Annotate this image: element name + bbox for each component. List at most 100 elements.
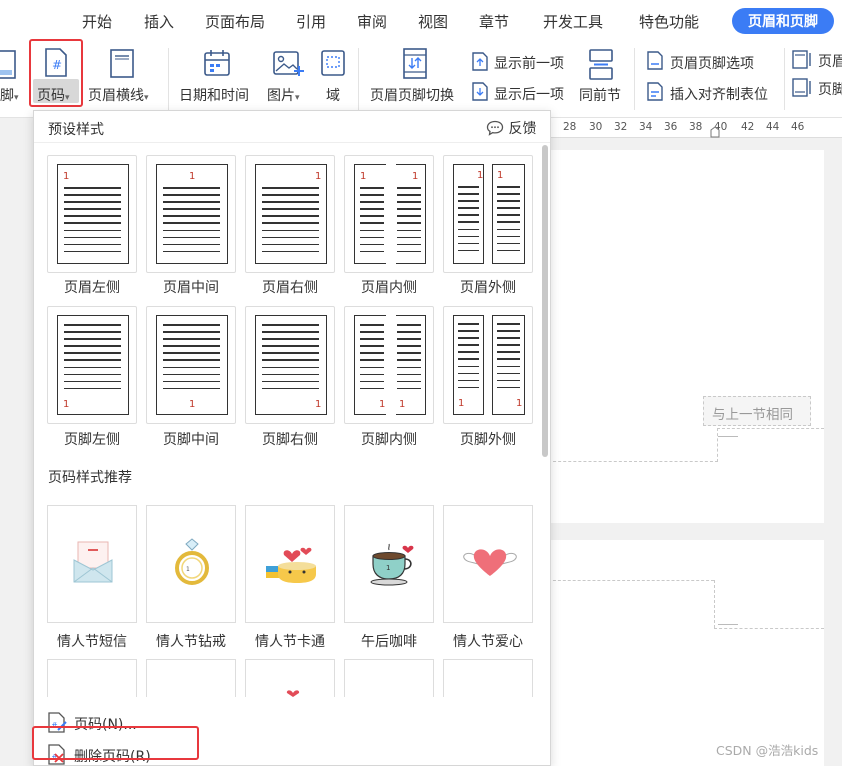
header-footer-options-button[interactable]: 页眉页脚选项	[670, 53, 754, 73]
calendar-icon[interactable]	[203, 49, 231, 79]
feedback-button[interactable]: 反馈	[486, 118, 536, 138]
page-number-mark: 1	[477, 170, 484, 181]
picture-icon[interactable]	[272, 49, 304, 79]
preset-header-outside[interactable]: 1 1	[443, 155, 533, 273]
style-valentine-heart[interactable]	[443, 505, 533, 623]
show-next-button[interactable]: 显示后一项	[494, 84, 564, 104]
preset-footer-inside[interactable]: 1 1	[344, 306, 434, 424]
horizontal-ruler: 28 30 32 34 36 38 40 42 44 46	[548, 118, 842, 138]
tab-developer[interactable]: 开发工具	[543, 11, 603, 32]
toolbar-separator	[168, 48, 169, 110]
date-time-button[interactable]: 日期和时间	[179, 85, 249, 105]
preset-label: 页脚左侧	[64, 432, 120, 448]
document-page[interactable]	[548, 150, 824, 523]
insert-align-tab-icon[interactable]	[646, 82, 664, 102]
ruler-tick: 28	[563, 121, 577, 133]
ring-icon: 1	[175, 538, 209, 585]
tab-insert[interactable]: 插入	[144, 11, 174, 32]
chat-bubble-icon	[486, 120, 504, 136]
preset-label: 页眉左侧	[64, 280, 120, 296]
page-thumbnail: 1	[57, 315, 129, 415]
style-card[interactable]	[47, 659, 137, 699]
page-thumbnail: 1 1	[354, 163, 426, 267]
show-next-icon[interactable]	[471, 82, 489, 102]
page-number-button[interactable]: 页码▾	[37, 85, 70, 105]
style-valentine-letter[interactable]	[47, 505, 137, 623]
tab-sections[interactable]: 章节	[479, 11, 509, 32]
page-number-mark: 1	[189, 399, 196, 410]
header-line-button[interactable]: 页眉横线▾	[88, 85, 149, 105]
header-footer-options-icon[interactable]	[646, 51, 664, 71]
style-card[interactable]	[146, 659, 236, 699]
show-previous-button[interactable]: 显示前一项	[494, 53, 564, 73]
ruler-tick: 34	[639, 121, 653, 133]
toolbar-separator	[634, 48, 635, 110]
preset-footer-outside[interactable]: 1 1	[443, 306, 533, 424]
footer-small-button[interactable]: 页脚	[818, 79, 842, 99]
tab-header-footer[interactable]: 页眉和页脚	[732, 8, 834, 34]
recommended-styles-title: 页码样式推荐	[48, 470, 132, 486]
style-label: 午后咖啡	[361, 634, 417, 650]
switch-icon[interactable]	[401, 48, 429, 80]
delete-page-number-highlight	[32, 726, 199, 760]
page-number-mark: 1	[315, 399, 322, 410]
tab-page-layout[interactable]: 页面布局	[205, 11, 265, 32]
page-number-mark: 1	[379, 399, 386, 410]
header-line-icon[interactable]	[109, 49, 135, 79]
tab-references[interactable]: 引用	[296, 11, 326, 32]
tab-review[interactable]: 审阅	[357, 11, 387, 32]
document-page[interactable]	[548, 540, 824, 766]
preset-header-right[interactable]: 1	[245, 155, 335, 273]
preset-footer-center[interactable]: 1	[146, 306, 236, 424]
ruler-tick: 38	[689, 121, 703, 133]
style-card[interactable]	[344, 659, 434, 699]
show-previous-icon[interactable]	[471, 52, 489, 72]
field-button[interactable]: 域	[326, 85, 340, 105]
footer-boundary-line	[548, 461, 718, 462]
tab-home[interactable]: 开始	[82, 11, 112, 32]
preset-footer-left[interactable]: 1	[47, 306, 137, 424]
picture-button[interactable]: 图片▾	[267, 85, 300, 105]
page-thumbnail: 1	[156, 315, 228, 415]
preset-label: 页脚外侧	[460, 432, 516, 448]
field-icon[interactable]	[320, 49, 346, 79]
page-number-mark: 1	[399, 399, 406, 410]
style-afternoon-coffee[interactable]: 1	[344, 505, 434, 623]
footer-icon[interactable]	[0, 50, 16, 80]
page-number-dropdown: 预设样式 反馈 1 页眉左侧 1 页眉中间 1 页眉右侧 1 1 页眉内侧 1 …	[33, 110, 551, 766]
insert-align-tab-button[interactable]: 插入对齐制表位	[670, 84, 768, 104]
same-as-previous-icon[interactable]	[588, 49, 614, 81]
header-boundary-line	[714, 580, 715, 628]
preset-label: 页脚内侧	[361, 432, 417, 448]
footer-button[interactable]: 脚▾	[0, 85, 19, 105]
style-card[interactable]	[245, 659, 335, 699]
header-button[interactable]: 页眉	[818, 51, 842, 71]
scrollbar[interactable]	[542, 145, 548, 457]
ruler-tick: 30	[589, 121, 603, 133]
tab-view[interactable]: 视图	[418, 11, 448, 32]
preset-footer-right[interactable]: 1	[245, 306, 335, 424]
header-boundary-line	[548, 580, 714, 581]
page-thumbnail: 1 1	[354, 314, 426, 418]
page-number-icon[interactable]: #	[44, 48, 68, 78]
tab-special-features[interactable]: 特色功能	[639, 11, 699, 32]
ruler-indent-marker-icon[interactable]	[710, 126, 720, 138]
page-number-mark: 1	[189, 171, 196, 182]
dropdown-header: 预设样式 反馈	[34, 111, 550, 143]
page-number-mark: 1	[63, 171, 70, 182]
preset-header-inside[interactable]: 1 1	[344, 155, 434, 273]
style-valentine-cartoon[interactable]	[245, 505, 335, 623]
envelope-icon	[73, 541, 113, 583]
page-number-mark: 1	[458, 398, 465, 409]
preset-header-left[interactable]: 1	[47, 155, 137, 273]
style-valentine-ring[interactable]: 1	[146, 505, 236, 623]
same-as-previous-button[interactable]: 同前节	[579, 85, 621, 105]
header-icon[interactable]	[792, 50, 812, 70]
header-footer-switch-button[interactable]: 页眉页脚切换	[370, 85, 454, 105]
page-thumbnail: 1	[255, 164, 327, 264]
preset-header-center[interactable]: 1	[146, 155, 236, 273]
watermark: CSDN @浩浩kids	[716, 743, 819, 758]
page-number-mark: 1	[63, 399, 70, 410]
style-card[interactable]	[443, 659, 533, 699]
footer-small-icon[interactable]	[792, 78, 812, 98]
